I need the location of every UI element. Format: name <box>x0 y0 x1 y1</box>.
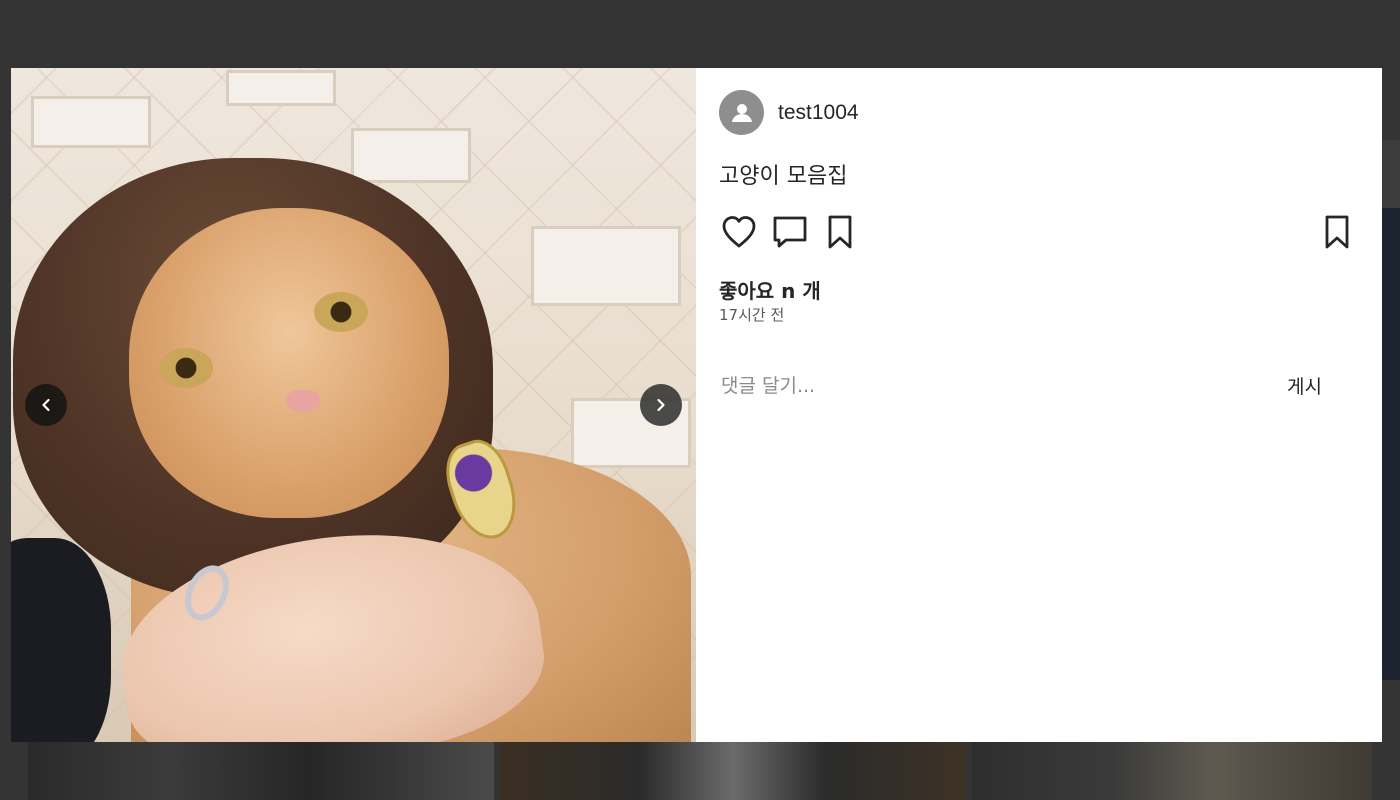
cat-eye <box>314 292 368 332</box>
floor-tile <box>31 96 151 148</box>
save-button[interactable] <box>1317 212 1357 252</box>
post-image <box>11 68 696 742</box>
floor-tile <box>531 226 681 306</box>
bookmark-button[interactable] <box>820 212 860 252</box>
cat-eye <box>159 348 213 388</box>
chevron-left-icon <box>42 398 50 412</box>
post-modal: test1004 고양이 모음집 좋아요 n 개 17시간 전 댓글 달기...… <box>11 68 1382 742</box>
previous-image-button[interactable] <box>25 384 67 426</box>
background-image-sliver <box>1382 208 1400 678</box>
post-author[interactable]: test1004 <box>719 90 859 135</box>
likes-count[interactable]: 좋아요 n 개 <box>719 275 821 304</box>
comment-button[interactable] <box>770 212 810 252</box>
cat-nose <box>286 390 320 412</box>
background-right-strip <box>1382 140 1400 680</box>
comment-input[interactable] <box>719 368 1259 404</box>
bookmark-icon <box>1325 215 1349 249</box>
floor-tile <box>351 128 471 183</box>
next-image-button[interactable] <box>640 384 682 426</box>
comment-icon <box>773 216 807 248</box>
chevron-right-icon <box>657 398 665 412</box>
sleeve <box>11 538 111 742</box>
comment-form: 게시 <box>719 368 1339 404</box>
floor-tile <box>226 70 336 106</box>
author-username[interactable]: test1004 <box>778 101 859 125</box>
post-comment-button[interactable]: 게시 <box>1287 372 1322 399</box>
bookmark-icon <box>828 215 852 249</box>
avatar[interactable] <box>719 90 764 135</box>
post-timestamp: 17시간 전 <box>719 306 785 324</box>
feed-thumbnail[interactable] <box>28 742 494 800</box>
user-avatar-icon <box>731 103 752 122</box>
post-caption: 고양이 모음집 <box>719 164 848 189</box>
background-header-sliver <box>1382 140 1400 208</box>
background-topbar <box>0 0 1400 68</box>
post-details-panel: test1004 고양이 모음집 좋아요 n 개 17시간 전 댓글 달기...… <box>696 68 1382 742</box>
feed-thumbnail[interactable] <box>972 742 1372 800</box>
heart-icon <box>722 216 756 248</box>
like-button[interactable] <box>719 212 759 252</box>
post-actions <box>719 212 1359 252</box>
feed-thumbnail[interactable] <box>500 742 966 800</box>
